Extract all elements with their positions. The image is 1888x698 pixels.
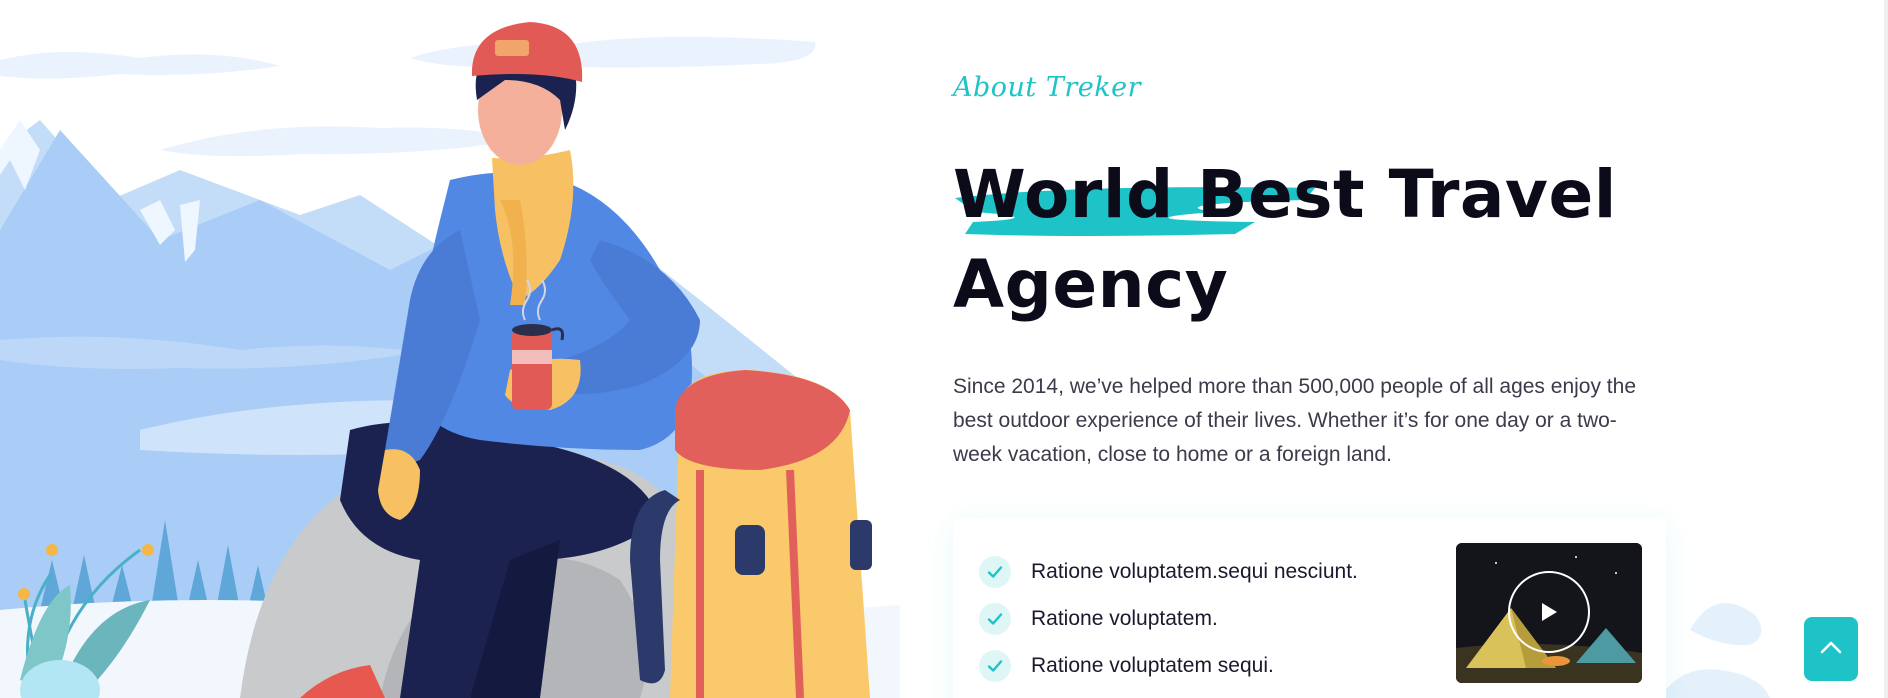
hero-illustration [0, 0, 900, 698]
check-icon [979, 602, 1011, 635]
feature-card: Ratione voluptatem.sequi nesciunt. Ratio… [953, 518, 1666, 698]
feature-text: Ratione voluptatem. [1031, 606, 1218, 630]
feature-text: Ratione voluptatem.sequi nesciunt. [1031, 559, 1358, 583]
check-icon [979, 649, 1011, 682]
about-description: Since 2014, we’ve helped more than 500,0… [953, 375, 1636, 466]
list-item: Ratione voluptatem.sequi nesciunt. [979, 548, 1358, 595]
title-wrap: World Best Travel Agency [953, 150, 1673, 330]
video-thumbnail[interactable] [1456, 543, 1642, 683]
feature-text: Ratione voluptatem sequi. [1031, 653, 1274, 677]
list-item: Ratione voluptatem sequi. [979, 642, 1358, 689]
about-section: About Treker World Best Travel Agency Si… [953, 72, 1673, 472]
feature-list: Ratione voluptatem.sequi nesciunt. Ratio… [979, 548, 1358, 689]
scroll-to-top-button[interactable] [1804, 617, 1858, 681]
check-icon [979, 555, 1011, 588]
snow-decoration [1660, 603, 1770, 698]
page-title: World Best Travel Agency [953, 156, 1617, 323]
list-item: Ratione voluptatem. [979, 595, 1358, 642]
page-scrollbar[interactable] [1884, 0, 1888, 698]
play-icon[interactable] [1508, 571, 1590, 653]
section-subtitle: About Treker [953, 72, 1141, 103]
chevron-up-icon [1819, 639, 1843, 660]
